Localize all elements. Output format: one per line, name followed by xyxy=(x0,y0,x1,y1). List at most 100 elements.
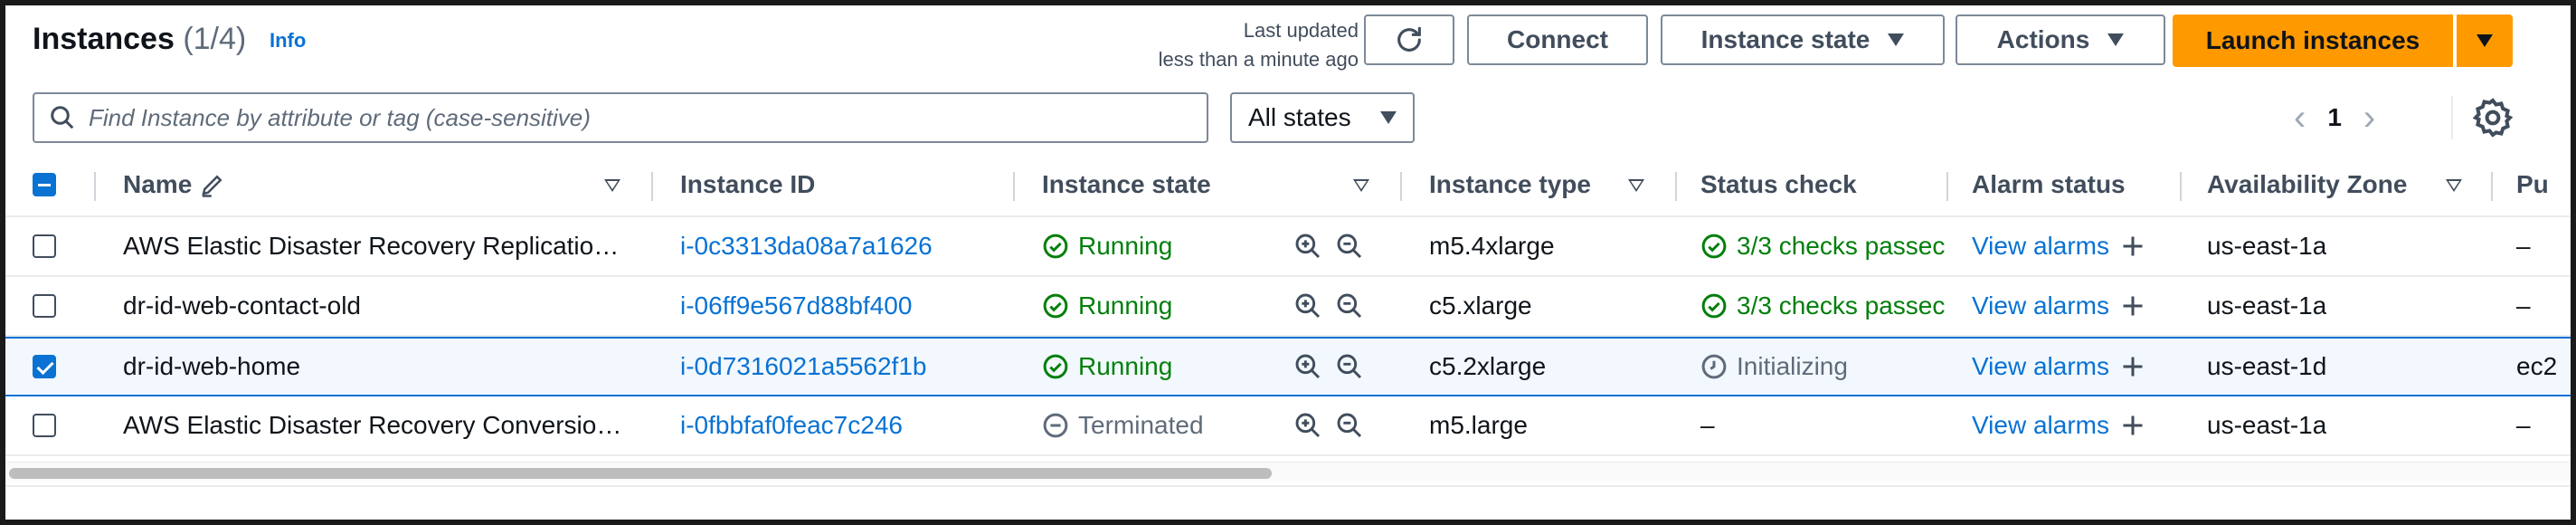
chevron-left-icon[interactable]: ‹ xyxy=(2294,100,2306,136)
zoom-out-icon[interactable] xyxy=(1335,352,1364,381)
table-row[interactable]: dr-id-web-contact-old i-06ff9e567d88bf40… xyxy=(5,277,2571,337)
status-check-value: – xyxy=(1700,411,1715,439)
public-dns: – xyxy=(2516,291,2531,320)
column-divider xyxy=(1946,172,1948,201)
row-checkbox[interactable] xyxy=(33,355,56,378)
instance-name: AWS Elastic Disaster Recovery Replicatio… xyxy=(123,232,620,260)
zoom-out-icon[interactable] xyxy=(1335,411,1364,440)
view-alarms-link[interactable]: View alarms xyxy=(1972,352,2109,381)
col-status-check[interactable]: Status check xyxy=(1700,154,1857,215)
instance-state-value: Terminated xyxy=(1078,411,1204,439)
search-input[interactable] xyxy=(89,103,1174,132)
zoom-in-icon[interactable] xyxy=(1293,411,1322,440)
plus-icon[interactable] xyxy=(2120,413,2145,438)
view-alarms-link[interactable]: View alarms xyxy=(1972,291,2109,320)
zoom-in-icon[interactable] xyxy=(1293,291,1322,320)
view-alarms-link[interactable]: View alarms xyxy=(1972,411,2109,440)
actions-button[interactable]: Actions xyxy=(1956,14,2165,65)
availability-zone: us-east-1a xyxy=(2207,232,2327,260)
status-check: – xyxy=(1700,396,1946,454)
col-alarm-status[interactable]: Alarm status xyxy=(1972,154,2126,215)
zoom-out-icon[interactable] xyxy=(1335,232,1364,261)
col-availability-zone[interactable]: Availability Zone xyxy=(2207,154,2407,215)
zoom-in-icon[interactable] xyxy=(1293,232,1322,261)
col-public-dns[interactable]: Pu xyxy=(2516,154,2549,215)
alarm-status: View alarms xyxy=(1972,396,2145,454)
check-circle-icon xyxy=(1701,234,1727,259)
zoom-out-icon[interactable] xyxy=(1335,291,1364,320)
instance-name: dr-id-web-home xyxy=(123,352,301,380)
column-divider xyxy=(1675,172,1677,201)
sort-caret-icon[interactable] xyxy=(604,179,620,192)
refresh-button[interactable] xyxy=(1364,14,1454,65)
select-all-checkbox[interactable] xyxy=(33,173,56,196)
row-checkbox-cell xyxy=(33,339,56,395)
row-checkbox-cell xyxy=(33,396,56,454)
instance-state: Running xyxy=(1042,217,1172,275)
status-check-value: Initializing xyxy=(1737,352,1848,380)
col-instance-type[interactable]: Instance type xyxy=(1429,154,1591,215)
instance-state-value: Running xyxy=(1078,291,1173,320)
caret-down-icon xyxy=(2107,33,2125,46)
instance-id-link[interactable]: i-0fbbfaf0feac7c246 xyxy=(680,396,903,454)
launch-instances-button[interactable]: Launch instances xyxy=(2173,14,2453,67)
plus-icon[interactable] xyxy=(2120,354,2145,379)
table-row[interactable]: AWS Elastic Disaster Recovery Conversio…… xyxy=(5,396,2571,456)
row-checkbox[interactable] xyxy=(33,414,56,437)
sort-caret-icon[interactable] xyxy=(1628,179,1644,192)
column-divider xyxy=(651,172,653,201)
info-link[interactable]: Info xyxy=(270,29,306,52)
instance-id-link[interactable]: i-0c3313da08a7a1626 xyxy=(680,217,933,275)
refresh-icon xyxy=(1397,26,1421,52)
scrollbar-thumb[interactable] xyxy=(9,468,1272,479)
check-circle-icon xyxy=(1043,293,1068,319)
states-select[interactable]: All states xyxy=(1230,92,1415,143)
instance-type: m5.large xyxy=(1429,411,1528,439)
state-filter-controls xyxy=(1293,277,1364,335)
row-checkbox[interactable] xyxy=(33,234,56,258)
chevron-right-icon[interactable]: › xyxy=(2363,100,2375,136)
minus-circle-icon xyxy=(1043,413,1068,438)
pagination: ‹ 1 › xyxy=(2294,92,2375,143)
col-instance-state[interactable]: Instance state xyxy=(1042,154,1211,215)
alarm-status: View alarms xyxy=(1972,217,2145,275)
last-updated-value: less than a minute ago xyxy=(1158,48,1359,71)
horizontal-scrollbar[interactable] xyxy=(5,462,2571,482)
instance-type: c5.2xlarge xyxy=(1429,352,1547,380)
instance-state-value: Running xyxy=(1078,232,1173,260)
check-circle-icon xyxy=(1701,293,1727,319)
selection-count: (1/4) xyxy=(183,22,247,56)
col-instance-id[interactable]: Instance ID xyxy=(680,154,815,215)
states-value: All states xyxy=(1248,103,1351,131)
table-row[interactable]: AWS Elastic Disaster Recovery Replicatio… xyxy=(5,217,2571,277)
instance-type: m5.4xlarge xyxy=(1429,232,1555,260)
instance-state-button[interactable]: Instance state xyxy=(1661,14,1945,65)
zoom-in-icon[interactable] xyxy=(1293,352,1322,381)
instance-state-value: Running xyxy=(1078,352,1173,380)
check-circle-icon xyxy=(1043,354,1068,379)
view-alarms-link[interactable]: View alarms xyxy=(1972,232,2109,261)
instances-panel: Instances (1/4) Info Last updated less t… xyxy=(5,5,2571,520)
search-field[interactable] xyxy=(33,92,1208,143)
col-name[interactable]: Name xyxy=(123,154,226,215)
column-divider xyxy=(2180,172,2182,201)
launch-options-button[interactable] xyxy=(2457,14,2513,67)
column-divider xyxy=(94,172,96,201)
row-checkbox[interactable] xyxy=(33,294,56,318)
table-row[interactable]: dr-id-web-home i-0d7316021a5562f1b Runni… xyxy=(5,337,2571,396)
instance-id-link[interactable]: i-06ff9e567d88bf400 xyxy=(680,277,912,335)
instance-id-link[interactable]: i-0d7316021a5562f1b xyxy=(680,339,926,395)
plus-icon[interactable] xyxy=(2120,293,2145,319)
plus-icon[interactable] xyxy=(2120,234,2145,259)
row-checkbox-cell xyxy=(33,277,56,335)
sort-caret-icon[interactable] xyxy=(2446,179,2462,192)
connect-button[interactable]: Connect xyxy=(1467,14,1648,65)
state-filter-controls xyxy=(1293,396,1364,454)
instance-name: AWS Elastic Disaster Recovery Conversio… xyxy=(123,411,622,439)
page-number[interactable]: 1 xyxy=(2327,103,2342,132)
gear-icon[interactable] xyxy=(2471,96,2514,139)
state-filter-controls xyxy=(1293,217,1364,275)
sort-caret-icon[interactable] xyxy=(1353,179,1369,192)
status-check: 3/3 checks passec xyxy=(1700,217,1946,275)
clock-icon xyxy=(1701,354,1727,379)
